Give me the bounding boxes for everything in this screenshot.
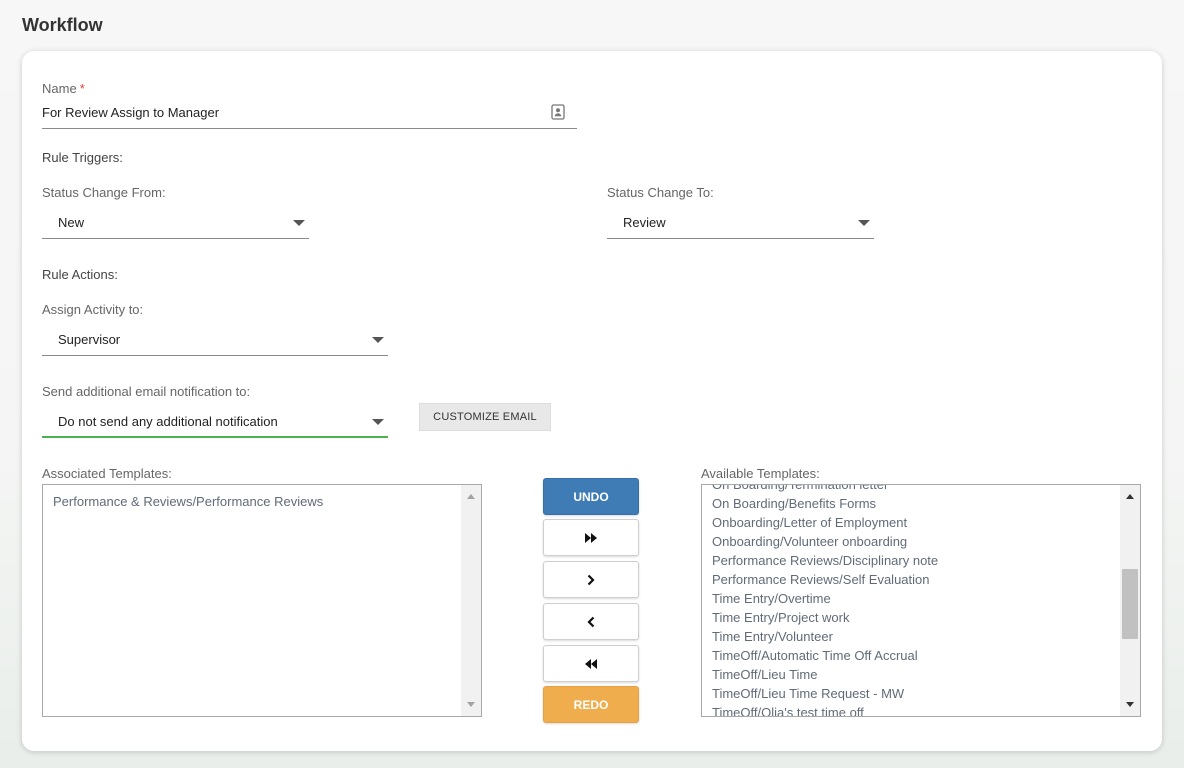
chevron-right-icon [587, 574, 595, 585]
assign-activity-select[interactable]: Supervisor [42, 324, 388, 356]
list-item[interactable]: Time Entry/Project work [712, 608, 1116, 627]
chevron-left-icon [587, 616, 595, 627]
name-field[interactable]: For Review Assign to Manager [42, 101, 577, 129]
available-templates-list[interactable]: On Boarding/Termination letter On Boardi… [701, 484, 1141, 717]
customize-email-button[interactable]: CUSTOMIZE EMAIL [419, 403, 551, 431]
list-item[interactable]: Performance Reviews/Disciplinary note [712, 551, 1116, 570]
scrollbar-thumb[interactable] [1122, 569, 1138, 639]
status-from-select[interactable]: New [42, 207, 309, 239]
list-item[interactable]: TimeOff/Lieu Time [712, 665, 1116, 684]
caret-down-icon [372, 419, 384, 425]
associated-scrollbar[interactable] [461, 485, 481, 716]
scroll-down-arrow-icon[interactable] [467, 702, 475, 707]
caret-down-icon [293, 220, 305, 226]
name-label: Name * [42, 81, 85, 96]
list-item[interactable]: Time Entry/Overtime [712, 589, 1116, 608]
status-to-label: Status Change To: [607, 185, 714, 200]
scroll-down-arrow-icon[interactable] [1126, 702, 1134, 707]
required-mark: * [79, 81, 85, 96]
list-item[interactable]: Performance & Reviews/Performance Review… [53, 492, 457, 511]
name-label-text: Name [42, 81, 77, 96]
email-notification-select[interactable]: Do not send any additional notification [42, 406, 388, 438]
available-scrollbar[interactable] [1120, 485, 1140, 716]
workflow-form-card: Name * For Review Assign to Manager Rule … [22, 51, 1162, 751]
list-item[interactable]: TimeOff/Lieu Time Request - MW [712, 684, 1116, 703]
list-item[interactable]: TimeOff/Automatic Time Off Accrual [712, 646, 1116, 665]
available-templates-label: Available Templates: [701, 466, 820, 481]
caret-down-icon [858, 220, 870, 226]
list-item[interactable]: Onboarding/Letter of Employment [712, 513, 1116, 532]
list-item[interactable]: TimeOff/Olia's test time off [712, 703, 1116, 716]
status-from-label: Status Change From: [42, 185, 166, 200]
undo-button[interactable]: UNDO [543, 478, 639, 515]
move-all-left-button[interactable] [543, 645, 639, 682]
caret-down-icon [372, 337, 384, 343]
move-left-button[interactable] [543, 603, 639, 640]
status-to-select[interactable]: Review [607, 207, 874, 239]
status-from-value: New [58, 215, 85, 230]
move-all-right-button[interactable] [543, 519, 639, 556]
list-item[interactable]: Time Entry/Volunteer [712, 627, 1116, 646]
assign-activity-value: Supervisor [58, 332, 121, 347]
associated-templates-label: Associated Templates: [42, 466, 172, 481]
list-item[interactable]: On Boarding/Benefits Forms [712, 494, 1116, 513]
double-chevron-left-icon [585, 658, 597, 669]
double-chevron-right-icon [585, 532, 597, 543]
email-notification-value: Do not send any additional notification [58, 414, 278, 429]
rule-actions-heading: Rule Actions: [42, 267, 118, 282]
move-right-button[interactable] [543, 561, 639, 598]
scroll-up-arrow-icon[interactable] [1126, 494, 1134, 499]
scroll-up-arrow-icon[interactable] [467, 494, 475, 499]
associated-templates-list[interactable]: Performance & Reviews/Performance Review… [42, 484, 482, 717]
page-title: Workflow [22, 15, 103, 35]
list-item[interactable]: On Boarding/Termination letter [712, 485, 1116, 494]
status-to-value: Review [623, 215, 666, 230]
list-item[interactable]: Onboarding/Volunteer onboarding [712, 532, 1116, 551]
rule-triggers-heading: Rule Triggers: [42, 150, 123, 165]
redo-button[interactable]: REDO [543, 686, 639, 723]
name-input-value[interactable]: For Review Assign to Manager [42, 105, 219, 120]
assign-activity-label: Assign Activity to: [42, 302, 144, 317]
email-notification-label: Send additional email notification to: [42, 384, 251, 399]
contact-card-icon[interactable] [551, 104, 565, 120]
list-item[interactable]: Performance Reviews/Self Evaluation [712, 570, 1116, 589]
